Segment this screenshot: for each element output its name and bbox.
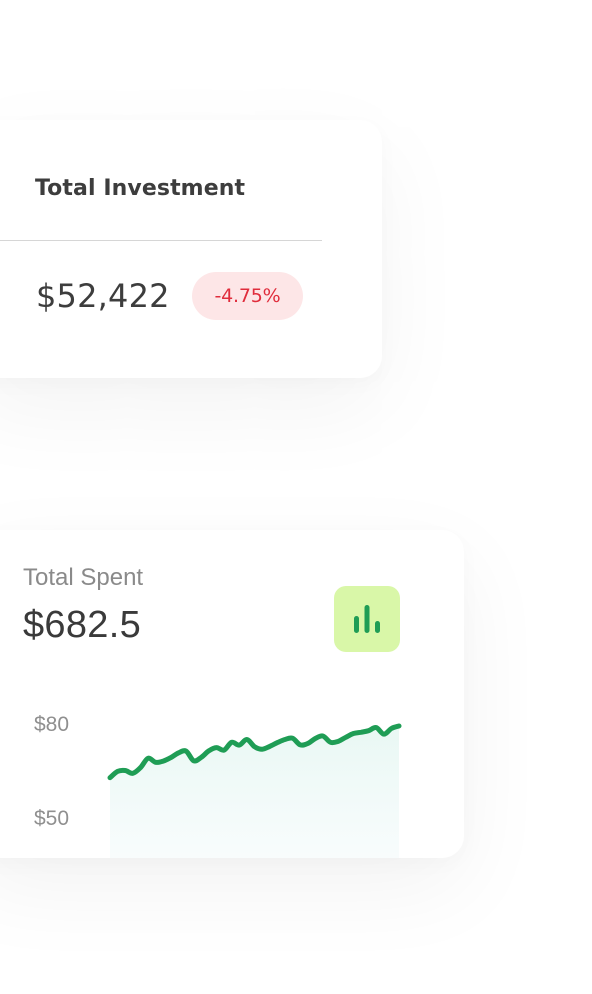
investment-change-badge: -4.75% <box>192 272 303 320</box>
investment-divider <box>0 240 322 241</box>
spending-sparkline-chart <box>107 723 402 858</box>
total-spent-card: Total Spent $682.5 $80 $50 <box>0 530 464 858</box>
investment-amount: $52,422 <box>36 277 170 315</box>
total-investment-card: Total Investment $52,422 -4.75% <box>0 120 382 378</box>
page: Total Investment $52,422 -4.75% Total Sp… <box>0 0 592 994</box>
investment-change-value: -4.75% <box>214 285 281 307</box>
investment-title: Total Investment <box>35 176 246 201</box>
